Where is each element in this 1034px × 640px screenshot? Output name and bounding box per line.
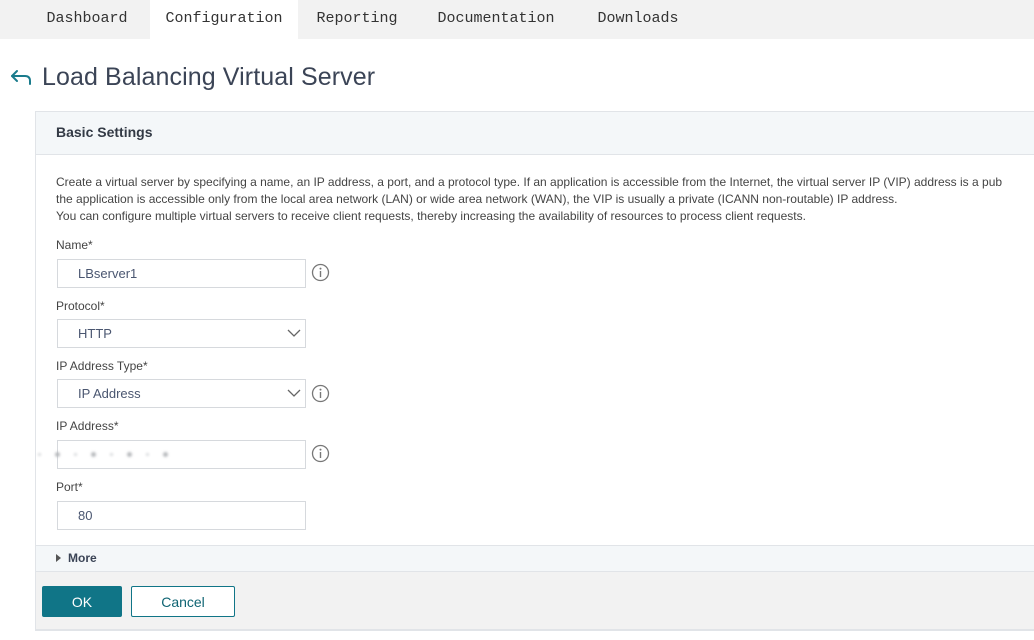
description-line: You can configure multiple virtual serve… [56, 209, 806, 223]
info-icon[interactable] [311, 444, 330, 463]
description-line: the application is accessible only from … [56, 192, 898, 206]
page-header: Load Balancing Virtual Server [8, 60, 375, 94]
chevron-down-icon [287, 389, 301, 397]
info-icon[interactable] [311, 263, 330, 282]
caret-right-icon [56, 553, 61, 562]
info-icon[interactable] [311, 384, 330, 403]
more-label: More [68, 551, 97, 565]
blurred-ip-value [38, 441, 305, 468]
ip-address-label: IP Address* [56, 419, 119, 433]
protocol-select[interactable]: HTTP [57, 319, 306, 348]
ip-address-type-value: IP Address [78, 386, 141, 401]
cancel-button[interactable]: Cancel [131, 586, 235, 617]
ip-address-type-label: IP Address Type* [56, 359, 148, 373]
tab-configuration[interactable]: Configuration [150, 0, 298, 39]
description-line: Create a virtual server by specifying a … [56, 175, 1003, 189]
panel-description: Create a virtual server by specifying a … [56, 174, 1034, 225]
panel-header: Basic Settings [36, 112, 1034, 155]
tab-reporting[interactable]: Reporting [306, 0, 408, 39]
port-input[interactable]: 80 [57, 501, 306, 530]
more-toggle[interactable]: More [36, 545, 1034, 572]
page-title: Load Balancing Virtual Server [42, 62, 376, 91]
tab-dashboard[interactable]: Dashboard [32, 0, 142, 39]
name-input[interactable]: LBserver1 [57, 259, 306, 288]
ip-address-type-select[interactable]: IP Address [57, 379, 306, 408]
ip-address-input[interactable] [38, 440, 306, 469]
tab-downloads[interactable]: Downloads [586, 0, 690, 39]
top-navigation: Dashboard Configuration Reporting Docume… [0, 0, 1034, 39]
basic-settings-panel: Basic Settings Create a virtual server b… [35, 111, 1034, 631]
protocol-label: Protocol* [56, 299, 105, 313]
port-label: Port* [56, 480, 83, 494]
tab-documentation[interactable]: Documentation [426, 0, 566, 39]
protocol-value: HTTP [78, 326, 112, 341]
panel-footer: OK Cancel [36, 572, 1034, 631]
back-arrow-icon[interactable] [8, 66, 34, 88]
chevron-down-icon [287, 329, 301, 337]
name-label: Name* [56, 238, 93, 252]
ok-button[interactable]: OK [42, 586, 122, 617]
